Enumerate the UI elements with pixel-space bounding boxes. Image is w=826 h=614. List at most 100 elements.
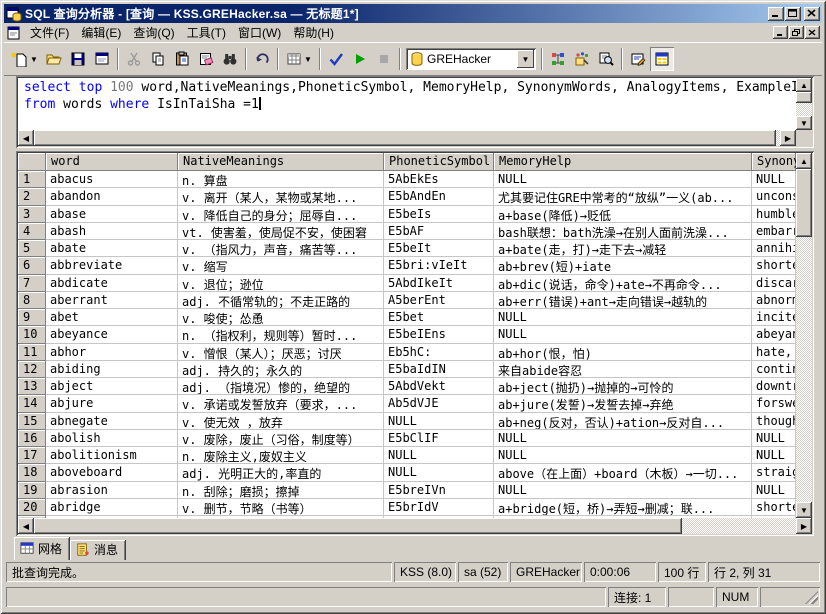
grid-cell-synonym[interactable]: embarrass [752, 223, 796, 240]
grid-cell-memory[interactable]: above（在上面）+board（木板）→一切... [494, 464, 752, 481]
grid-cell-meaning[interactable]: v. 使无效 ，放弃 [178, 413, 384, 430]
scrollbar-thumb[interactable] [34, 518, 682, 534]
grid-cell-phonetic[interactable]: E5bAndEn [384, 188, 494, 205]
grid-cell-memory[interactable]: ab+hor(恨，怕) [494, 344, 752, 361]
grid-cell-word[interactable]: abeyance [46, 326, 178, 343]
scrollbar-thumb[interactable] [796, 92, 812, 103]
grid-cell-phonetic[interactable]: E5baIdIN [384, 361, 494, 378]
editor-vertical-scrollbar[interactable]: ▲ ▼ [796, 78, 812, 130]
show-properties-button[interactable] [626, 47, 650, 71]
menu-window[interactable]: 窗口(W) [232, 22, 287, 43]
grid-cell-phonetic[interactable]: E5bet [384, 309, 494, 326]
grid-cell-phonetic[interactable]: NULL [384, 464, 494, 481]
mdi-minimize-button[interactable] [773, 26, 788, 39]
grid-cell-phonetic[interactable]: E5brIdV [384, 499, 494, 516]
grid-cell-meaning[interactable]: adj. 光明正大的,率直的 [178, 464, 384, 481]
row-number-cell[interactable]: 2 [18, 188, 46, 205]
grid-cell-synonym[interactable]: discard [752, 275, 796, 292]
grid-cell-phonetic[interactable]: NULL [384, 413, 494, 430]
open-button[interactable] [42, 47, 66, 71]
mdi-close-button[interactable] [805, 26, 820, 39]
row-number-cell[interactable]: 17 [18, 447, 46, 464]
grid-cell-phonetic[interactable]: 5AbEkEs [384, 171, 494, 188]
grid-cell-synonym[interactable]: incite, [752, 309, 796, 326]
grid-cell-word[interactable]: abate [46, 240, 178, 257]
mdi-child-icon[interactable] [6, 25, 22, 41]
row-number-cell[interactable]: 3 [18, 206, 46, 223]
grid-cell-meaning[interactable]: v. 降低自己的身分；屈辱自... [178, 206, 384, 223]
grid-cell-synonym[interactable]: though [752, 413, 796, 430]
column-header-SynonymWords[interactable]: SynonymWords [752, 153, 796, 171]
grid-cell-word[interactable]: abiding [46, 361, 178, 378]
grid-cell-phonetic[interactable]: Ab5dVJE [384, 395, 494, 412]
row-number-cell[interactable]: 12 [18, 361, 46, 378]
grid-cell-memory[interactable]: NULL [494, 430, 752, 447]
grid-cell-memory[interactable]: 来自abide容忍 [494, 361, 752, 378]
column-header-word[interactable]: word [46, 153, 178, 171]
grid-cell-synonym[interactable]: abeyancy [752, 326, 796, 343]
grid-cell-memory[interactable]: NULL [494, 309, 752, 326]
grid-cell-phonetic[interactable]: E5bAF [384, 223, 494, 240]
scroll-right-button[interactable]: ▶ [780, 130, 796, 146]
row-number-cell[interactable]: 1 [18, 171, 46, 188]
grid-cell-memory[interactable]: NULL [494, 171, 752, 188]
database-combobox[interactable]: GREHacker ▼ [406, 48, 536, 70]
menu-file[interactable]: 文件(F) [24, 22, 75, 43]
grid-cell-phonetic[interactable]: NULL [384, 447, 494, 464]
grid-cell-memory[interactable]: bash联想：bath洗澡→在别人面前洗澡... [494, 223, 752, 240]
grid-cell-synonym[interactable]: NULL [752, 171, 796, 188]
clear-window-button[interactable] [194, 47, 218, 71]
grid-cell-synonym[interactable]: hate, [752, 344, 796, 361]
grid-cell-memory[interactable]: ab+err(错误)+ant→走向错误→越轨的 [494, 292, 752, 309]
copy-button[interactable] [146, 47, 170, 71]
grid-cell-phonetic[interactable]: 5AbdIkeIt [384, 275, 494, 292]
grid-cell-meaning[interactable]: vt. 使害羞，使局促不安，使困窘 [178, 223, 384, 240]
row-number-cell[interactable]: 9 [18, 309, 46, 326]
grid-cell-phonetic[interactable]: E5breIVn [384, 482, 494, 499]
insert-template-button[interactable] [90, 47, 114, 71]
grid-cell-meaning[interactable]: v. 承诺或发誓放弃（要求，... [178, 395, 384, 412]
grid-cell-word[interactable]: abbreviate [46, 257, 178, 274]
grid-cell-memory[interactable]: NULL [494, 326, 752, 343]
row-number-cell[interactable]: 4 [18, 223, 46, 240]
menu-tools[interactable]: 工具(T) [181, 22, 232, 43]
grid-cell-synonym[interactable]: continuing [752, 361, 796, 378]
column-header-MemoryHelp[interactable]: MemoryHelp [494, 153, 752, 171]
scroll-down-button[interactable]: ▼ [796, 116, 812, 130]
row-number-cell[interactable]: 8 [18, 292, 46, 309]
current-connection-properties-button[interactable] [594, 47, 618, 71]
row-number-cell[interactable]: 11 [18, 344, 46, 361]
grid-cell-synonym[interactable]: humble, [752, 206, 796, 223]
row-number-cell[interactable]: 7 [18, 275, 46, 292]
close-button[interactable] [804, 7, 820, 21]
grid-cell-phonetic[interactable]: 5AbdVekt [384, 378, 494, 395]
grid-cell-meaning[interactable]: v. （指风力，声音，痛苦等... [178, 240, 384, 257]
grid-cell-synonym[interactable]: abnormal [752, 292, 796, 309]
grid-horizontal-scrollbar[interactable]: ◀ ▶ [18, 518, 812, 534]
grid-cell-word[interactable]: abolitionism [46, 447, 178, 464]
grid-cell-phonetic[interactable]: E5beIEns [384, 326, 494, 343]
grid-cell-word[interactable]: aboveboard [46, 464, 178, 481]
grid-cell-word[interactable]: abdicate [46, 275, 178, 292]
row-number-cell[interactable]: 18 [18, 464, 46, 481]
menu-query[interactable]: 查询(Q) [127, 22, 180, 43]
tab-messages[interactable]: 消息 [70, 540, 126, 560]
grid-cell-meaning[interactable]: v. 删节，节略（书等） [178, 499, 384, 516]
menu-help[interactable]: 帮助(H) [287, 22, 340, 43]
find-button[interactable] [218, 47, 242, 71]
grid-cell-word[interactable]: abolish [46, 430, 178, 447]
scrollbar-thumb[interactable] [796, 169, 812, 237]
row-number-cell[interactable]: 19 [18, 482, 46, 499]
grid-cell-word[interactable]: abet [46, 309, 178, 326]
grid-cell-word[interactable]: abrasion [46, 482, 178, 499]
grid-cell-memory[interactable]: 尤其要记住GRE中常考的“放纵”一义(ab... [494, 188, 752, 205]
column-header-NativeMeanings[interactable]: NativeMeanings [178, 153, 384, 171]
scroll-right-button[interactable]: ▶ [796, 518, 812, 534]
editor-horizontal-scrollbar[interactable]: ◀ ▶ [18, 130, 796, 146]
grid-cell-meaning[interactable]: n. 刮除；磨损；擦掉 [178, 482, 384, 499]
grid-cell-meaning[interactable]: n. （指权利，规则等）暂时... [178, 326, 384, 343]
grid-cell-meaning[interactable]: n. 废除主义,废奴主义 [178, 447, 384, 464]
object-search-button[interactable] [570, 47, 594, 71]
grid-cell-word[interactable]: abject [46, 378, 178, 395]
grid-cell-memory[interactable]: ab+dic(说话，命令)+ate→不再命令... [494, 275, 752, 292]
